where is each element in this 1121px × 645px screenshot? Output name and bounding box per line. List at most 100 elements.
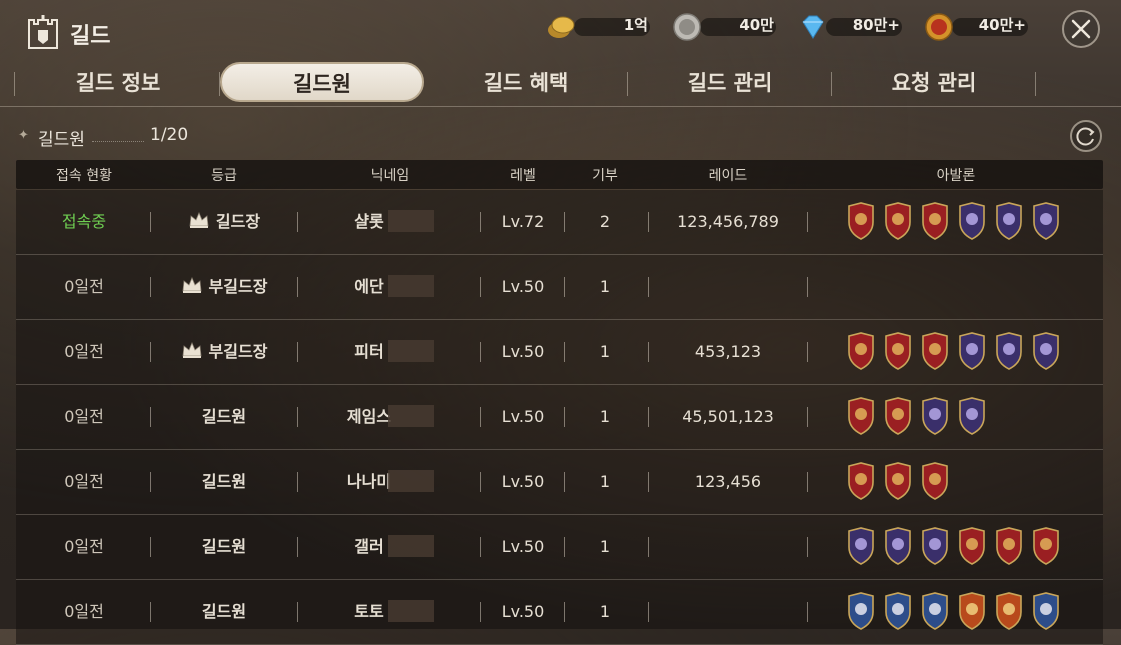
table-row[interactable]: 0일전 길드원 토토 Lv.50 1 — [16, 580, 1103, 645]
redacted-mask — [388, 535, 434, 557]
table-row[interactable]: 접속중 길드장 샬롯 Lv.72 2 123,456,789 — [16, 190, 1103, 255]
redacted-mask — [388, 600, 434, 622]
cell-grade: 길드장 — [156, 190, 292, 254]
crown-icon — [189, 211, 209, 228]
col-raid: 레이드 — [708, 168, 748, 184]
shield-icon[interactable] — [994, 332, 1024, 370]
shield-icon[interactable] — [994, 592, 1024, 630]
cell-level: Lv.50 — [501, 342, 545, 361]
shield-icon[interactable] — [846, 527, 876, 565]
tab-guild-info[interactable]: 길드 정보 — [16, 66, 220, 102]
cell-donation: 1 — [599, 342, 611, 361]
member-count-value: 1/20 — [150, 125, 189, 145]
col-grade: 등급 — [211, 168, 237, 184]
table-header: 접속 현황 등급 닉네임 레벨 기부 레이드 아발론 — [16, 160, 1103, 189]
shield-icon[interactable] — [920, 462, 950, 500]
cell-raid: 123,456 — [694, 472, 762, 491]
shield-icon[interactable] — [883, 202, 913, 240]
redacted-mask — [388, 340, 434, 362]
guild-castle-icon — [28, 15, 58, 49]
shield-icon[interactable] — [1031, 592, 1061, 630]
col-status: 접속 현황 — [56, 168, 112, 184]
cell-raid: 453,123 — [694, 342, 762, 361]
shield-icon[interactable] — [957, 397, 987, 435]
shield-icon[interactable] — [883, 592, 913, 630]
shield-icon[interactable] — [1031, 527, 1061, 565]
tab-request-management[interactable]: 요청 관리 — [832, 66, 1036, 102]
silver-coin-icon — [673, 13, 701, 41]
grade-label: 길드원 — [201, 407, 247, 426]
shield-icon[interactable] — [1031, 332, 1061, 370]
currency-crest: 40만+ — [924, 12, 1030, 41]
cell-grade: 길드원 — [156, 580, 292, 644]
shield-icon[interactable] — [846, 462, 876, 500]
cell-donation: 1 — [599, 602, 611, 621]
grade-label: 길드원 — [201, 537, 247, 556]
tab-guild-members[interactable]: 길드원 — [220, 62, 424, 102]
table-row[interactable]: 0일전 부길드장 에단 Lv.50 1 — [16, 255, 1103, 320]
currency-gold: 1억 — [546, 12, 652, 40]
diamond-icon — [802, 15, 824, 39]
crown-icon — [182, 276, 201, 293]
col-donation: 기부 — [592, 168, 618, 184]
cell-level: Lv.72 — [501, 212, 545, 231]
cell-raid: 45,501,123 — [682, 407, 774, 426]
cell-grade: 길드원 — [156, 515, 292, 579]
cell-raid — [656, 515, 800, 579]
shield-icon[interactable] — [994, 202, 1024, 240]
crest-coin-icon — [925, 13, 953, 41]
shield-icon[interactable] — [883, 332, 913, 370]
cell-donation: 1 — [599, 277, 611, 296]
shield-icon[interactable] — [920, 592, 950, 630]
cell-raid — [656, 255, 800, 319]
refresh-button[interactable] — [1070, 120, 1102, 152]
col-nickname: 닉네임 — [370, 168, 410, 184]
shield-icon[interactable] — [883, 462, 913, 500]
cell-donation: 1 — [599, 472, 611, 491]
cell-status: 0일전 — [64, 407, 104, 426]
grade-label: 부길드장 — [208, 342, 268, 361]
cell-status: 0일전 — [64, 342, 104, 361]
shield-icon[interactable] — [883, 397, 913, 435]
shield-icon[interactable] — [920, 397, 950, 435]
cell-raid — [656, 580, 800, 644]
grade-label: 길드원 — [201, 472, 247, 491]
cell-donation: 2 — [599, 212, 611, 231]
tab-bar: 길드 정보 길드원 길드 혜택 길드 관리 요청 관리 — [0, 60, 1121, 107]
shield-icon[interactable] — [846, 592, 876, 630]
shield-icon[interactable] — [920, 202, 950, 240]
shield-icon[interactable] — [1031, 202, 1061, 240]
tab-guild-management[interactable]: 길드 관리 — [628, 66, 832, 102]
cell-status: 0일전 — [64, 277, 104, 296]
shield-icon[interactable] — [920, 527, 950, 565]
col-level: 레벨 — [510, 168, 536, 184]
cell-grade: 길드원 — [156, 450, 292, 514]
shield-icon[interactable] — [957, 202, 987, 240]
grade-label: 부길드장 — [208, 277, 268, 296]
shield-icon[interactable] — [920, 332, 950, 370]
close-button[interactable] — [1062, 10, 1100, 48]
redacted-mask — [388, 210, 434, 232]
cell-level: Lv.50 — [501, 537, 545, 556]
cell-status: 접속중 — [61, 212, 107, 231]
table-row[interactable]: 0일전 길드원 갤러 Lv.50 1 — [16, 515, 1103, 580]
crown-icon — [182, 341, 201, 358]
shield-icon[interactable] — [846, 332, 876, 370]
shield-icon[interactable] — [846, 397, 876, 435]
currency-silver: 40만 — [672, 12, 778, 41]
shield-icon[interactable] — [957, 527, 987, 565]
cell-grade: 길드원 — [156, 385, 292, 449]
shield-icon[interactable] — [883, 527, 913, 565]
shield-icon[interactable] — [846, 202, 876, 240]
table-row[interactable]: 0일전 부길드장 피터 Lv.50 1 453,123 — [16, 320, 1103, 385]
shield-icon[interactable] — [994, 527, 1024, 565]
cell-status: 0일전 — [64, 602, 104, 621]
redacted-mask — [388, 275, 434, 297]
shield-icon[interactable] — [957, 592, 987, 630]
table-row[interactable]: 0일전 길드원 제임스 Lv.50 1 45,501,123 — [16, 385, 1103, 450]
shield-icon[interactable] — [957, 332, 987, 370]
tab-guild-benefits[interactable]: 길드 혜택 — [424, 66, 628, 102]
gold-coin-icon — [548, 16, 575, 38]
table-row[interactable]: 0일전 길드원 나나미 Lv.50 1 123,456 — [16, 450, 1103, 515]
member-count-label: 길드원 — [38, 130, 85, 150]
